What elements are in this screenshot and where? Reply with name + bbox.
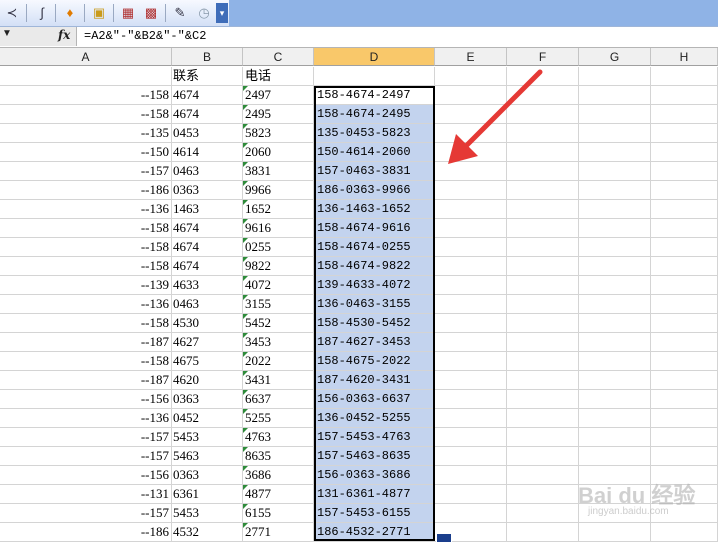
watermark-url: jingyan.baidu.com (588, 506, 669, 517)
arrow-shaft (459, 69, 543, 153)
annotation-arrow (448, 69, 543, 164)
